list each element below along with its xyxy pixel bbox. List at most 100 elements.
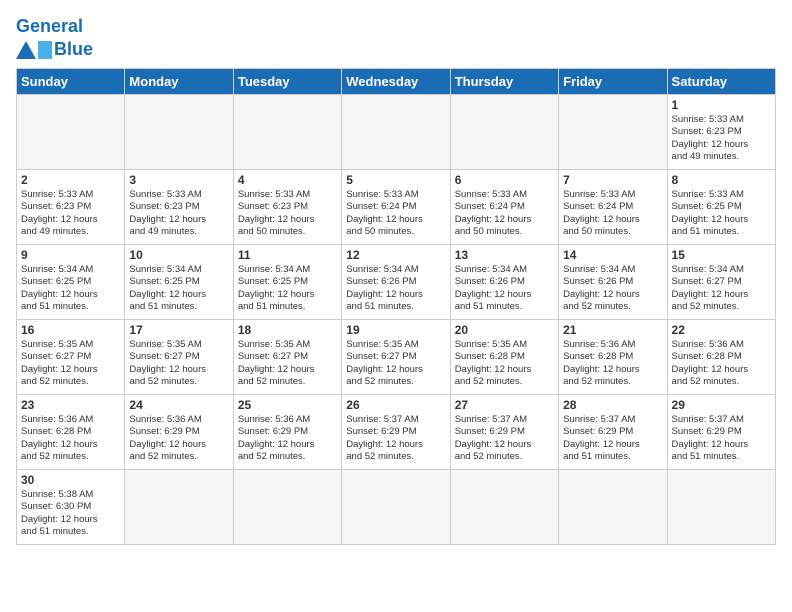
calendar-day-cell: 20Sunrise: 5:35 AM Sunset: 6:28 PM Dayli… [450,320,558,395]
logo-blue: Blue [54,39,93,60]
day-number: 1 [672,98,771,112]
day-number: 25 [238,398,337,412]
day-number: 24 [129,398,228,412]
calendar-header-row: Sunday Monday Tuesday Wednesday Thursday… [17,69,776,95]
calendar-day-cell: 21 Sunrise: 5:36 AM Sunset: 6:28 PM Dayli… [559,320,667,395]
calendar-day-cell [342,95,450,170]
day-info: Sunrise: 5:34 AM Sunset: 6:26 PM Dayligh… [455,264,554,313]
col-sunday: Sunday [17,69,125,95]
day-number: 11 [238,248,337,262]
calendar-day-cell [559,470,667,545]
day-number: 29 [672,398,771,412]
day-info: Sunrise: 5:33 AM Sunset: 6:25 PM Dayligh… [672,189,771,238]
calendar-day-cell: 28 Sunrise: 5:37 AM Sunset: 6:29 PM Dayli… [559,395,667,470]
logo-rect-icon [38,41,52,59]
calendar-day-cell: 23 Sunrise: 5:36 AM Sunset: 6:28 PM Dayli… [17,395,125,470]
day-info: Sunrise: 5:36 AM Sunset: 6:28 PM Dayligh… [21,414,120,463]
day-info: Sunrise: 5:33 AM Sunset: 6:23 PM Dayligh… [129,189,228,238]
day-info: Sunrise: 5:34 AM Sunset: 6:25 PM Dayligh… [129,264,228,313]
logo-text: General [16,16,83,37]
day-number: 9 [21,248,120,262]
calendar-week-row: 16 Sunrise: 5:35 AM Sunset: 6:27 PM Dayli… [17,320,776,395]
calendar-week-row: 1 Sunrise: 5:33 AM Sunset: 6:23 PM Daylig… [17,95,776,170]
day-number: 30 [21,473,120,487]
calendar-day-cell: 5Sunrise: 5:33 AM Sunset: 6:24 PM Daylig… [342,170,450,245]
day-info: Sunrise: 5:35 AM Sunset: 6:27 PM Dayligh… [129,339,228,388]
day-info: Sunrise: 5:36 AM Sunset: 6:28 PM Dayligh… [563,339,662,388]
day-info: Sunrise: 5:35 AM Sunset: 6:27 PM Dayligh… [238,339,337,388]
day-number: 22 [672,323,771,337]
day-info: Sunrise: 5:33 AM Sunset: 6:24 PM Dayligh… [563,189,662,238]
day-number: 14 [563,248,662,262]
calendar-day-cell: 29 Sunrise: 5:37 AM Sunset: 6:29 PM Dayli… [667,395,775,470]
calendar-day-cell: 1 Sunrise: 5:33 AM Sunset: 6:23 PM Daylig… [667,95,775,170]
day-number: 12 [346,248,445,262]
day-info: Sunrise: 5:38 AM Sunset: 6:30 PM Dayligh… [21,489,120,538]
day-info: Sunrise: 5:36 AM Sunset: 6:28 PM Dayligh… [672,339,771,388]
day-number: 2 [21,173,120,187]
day-info: Sunrise: 5:36 AM Sunset: 6:29 PM Dayligh… [238,414,337,463]
calendar-week-row: 23 Sunrise: 5:36 AM Sunset: 6:28 PM Dayli… [17,395,776,470]
calendar-day-cell: 18 Sunrise: 5:35 AM Sunset: 6:27 PM Dayli… [233,320,341,395]
calendar-day-cell [450,470,558,545]
day-number: 27 [455,398,554,412]
calendar-week-row: 2 Sunrise: 5:33 AM Sunset: 6:23 PM Daylig… [17,170,776,245]
day-number: 4 [238,173,337,187]
day-info: Sunrise: 5:34 AM Sunset: 6:26 PM Dayligh… [346,264,445,313]
day-info: Sunrise: 5:37 AM Sunset: 6:29 PM Dayligh… [346,414,445,463]
day-number: 23 [21,398,120,412]
day-number: 3 [129,173,228,187]
day-info: Sunrise: 5:34 AM Sunset: 6:27 PM Dayligh… [672,264,771,313]
calendar-day-cell: 11 Sunrise: 5:34 AM Sunset: 6:25 PM Dayli… [233,245,341,320]
calendar-day-cell [125,470,233,545]
day-info: Sunrise: 5:37 AM Sunset: 6:29 PM Dayligh… [672,414,771,463]
calendar-day-cell: 6Sunrise: 5:33 AM Sunset: 6:24 PM Daylig… [450,170,558,245]
col-saturday: Saturday [667,69,775,95]
day-info: Sunrise: 5:36 AM Sunset: 6:29 PM Dayligh… [129,414,228,463]
day-info: Sunrise: 5:37 AM Sunset: 6:29 PM Dayligh… [563,414,662,463]
calendar-day-cell: 3 Sunrise: 5:33 AM Sunset: 6:23 PM Daylig… [125,170,233,245]
col-wednesday: Wednesday [342,69,450,95]
calendar-day-cell: 9Sunrise: 5:34 AM Sunset: 6:25 PM Daylig… [17,245,125,320]
day-info: Sunrise: 5:35 AM Sunset: 6:27 PM Dayligh… [346,339,445,388]
day-number: 10 [129,248,228,262]
day-info: Sunrise: 5:35 AM Sunset: 6:27 PM Dayligh… [21,339,120,388]
calendar-day-cell [450,95,558,170]
calendar-day-cell: 16 Sunrise: 5:35 AM Sunset: 6:27 PM Dayli… [17,320,125,395]
calendar-day-cell [233,470,341,545]
day-info: Sunrise: 5:34 AM Sunset: 6:26 PM Dayligh… [563,264,662,313]
calendar-day-cell: 22 Sunrise: 5:36 AM Sunset: 6:28 PM Dayli… [667,320,775,395]
day-number: 16 [21,323,120,337]
day-number: 28 [563,398,662,412]
day-info: Sunrise: 5:33 AM Sunset: 6:23 PM Dayligh… [672,114,771,163]
calendar-day-cell: 7Sunrise: 5:33 AM Sunset: 6:24 PM Daylig… [559,170,667,245]
calendar-day-cell: 19Sunrise: 5:35 AM Sunset: 6:27 PM Dayli… [342,320,450,395]
calendar-day-cell: 13 Sunrise: 5:34 AM Sunset: 6:26 PM Dayli… [450,245,558,320]
calendar-day-cell: 24 Sunrise: 5:36 AM Sunset: 6:29 PM Dayli… [125,395,233,470]
day-number: 18 [238,323,337,337]
calendar-day-cell: 15Sunrise: 5:34 AM Sunset: 6:27 PM Dayli… [667,245,775,320]
day-info: Sunrise: 5:37 AM Sunset: 6:29 PM Dayligh… [455,414,554,463]
logo-bar: Blue [16,39,93,60]
day-number: 17 [129,323,228,337]
calendar-day-cell [125,95,233,170]
day-info: Sunrise: 5:34 AM Sunset: 6:25 PM Dayligh… [238,264,337,313]
header-section: General Blue [16,16,776,60]
calendar-day-cell [667,470,775,545]
day-number: 21 [563,323,662,337]
calendar-day-cell: 26Sunrise: 5:37 AM Sunset: 6:29 PM Dayli… [342,395,450,470]
calendar-day-cell: 4 Sunrise: 5:33 AM Sunset: 6:23 PM Daylig… [233,170,341,245]
calendar-day-cell: 27 Sunrise: 5:37 AM Sunset: 6:29 PM Dayli… [450,395,558,470]
day-number: 13 [455,248,554,262]
calendar-week-row: 30 Sunrise: 5:38 AM Sunset: 6:30 PM Dayli… [17,470,776,545]
calendar-day-cell: 25 Sunrise: 5:36 AM Sunset: 6:29 PM Dayli… [233,395,341,470]
calendar-day-cell [559,95,667,170]
calendar-day-cell: 17 Sunrise: 5:35 AM Sunset: 6:27 PM Dayli… [125,320,233,395]
day-number: 5 [346,173,445,187]
day-info: Sunrise: 5:35 AM Sunset: 6:28 PM Dayligh… [455,339,554,388]
calendar-day-cell [342,470,450,545]
calendar-day-cell: 14 Sunrise: 5:34 AM Sunset: 6:26 PM Dayli… [559,245,667,320]
calendar-day-cell [17,95,125,170]
day-info: Sunrise: 5:33 AM Sunset: 6:23 PM Dayligh… [238,189,337,238]
logo-general: General [16,16,83,36]
